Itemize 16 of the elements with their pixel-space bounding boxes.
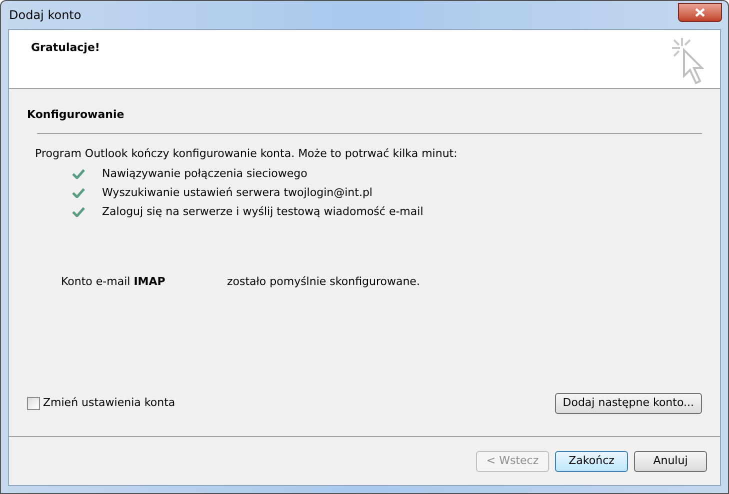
- step-label: Zaloguj się na serwerze i wyślij testową wiadomość e-mail: [102, 204, 424, 220]
- dialog-button[interactable]: Zakończ: [555, 450, 628, 472]
- step-label: Wyszukiwanie ustawień serwera twojlogin@int.pl: [102, 184, 372, 201]
- close-icon: [695, 8, 705, 16]
- dialog-button[interactable]: Anuluj: [634, 450, 707, 472]
- header-title: Gratulacje!: [31, 40, 100, 56]
- intro-text: Program Outlook kończy konfigurowanie konta. Może to potrwać kilka minut:: [35, 146, 458, 162]
- close-button[interactable]: [678, 2, 722, 22]
- section-title: Konfigurowanie: [27, 107, 126, 123]
- success-message: zostało pomyślnie skonfigurowane.: [227, 274, 420, 290]
- change-settings-checkbox[interactable]: Zmień ustawienia konta: [27, 395, 176, 412]
- window-title: Dodaj konto: [9, 7, 82, 24]
- account-type-text: Konto e-mail IMAP: [61, 274, 166, 290]
- add-account-button[interactable]: Dodaj następne konto...: [554, 393, 702, 414]
- cursor-click-icon: [670, 36, 704, 86]
- step-label: Nawiązywanie połączenia sieciowego: [102, 166, 308, 182]
